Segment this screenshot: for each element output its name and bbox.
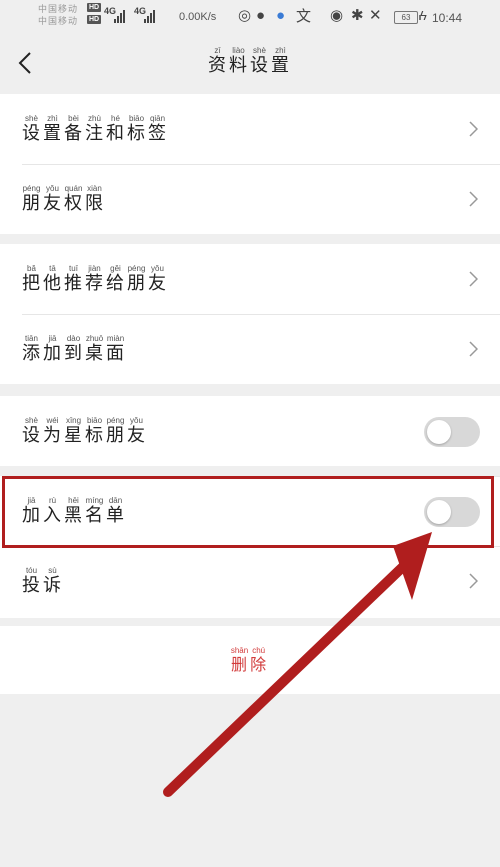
ruby-char: 设shè: [250, 46, 269, 76]
delete-label: 删shān除chú: [230, 646, 269, 674]
chevron-right-icon: [469, 271, 478, 287]
row-label: 添tiān加jiā到dào桌zhuō面miàn: [22, 334, 127, 364]
ruby-char: 权quán: [64, 184, 83, 214]
ruby-char: 加jiā: [22, 496, 41, 526]
clock: 10:44: [432, 11, 463, 25]
ruby-char: 到dào: [64, 334, 83, 364]
ruby-char: 朋péng: [127, 264, 146, 294]
row-label: 把bǎ他tā推tuī荐jiàn给gěi朋péng友yǒu: [22, 264, 169, 294]
bluetooth-icon: ✱: [351, 7, 364, 24]
ruby-char: 删shān: [230, 646, 249, 674]
ruby-char: 设shè: [22, 416, 41, 446]
ruby-char: 朋péng: [22, 184, 41, 214]
star-friend-toggle[interactable]: [424, 417, 480, 447]
ruby-char: 置zhì: [271, 46, 290, 76]
ruby-char: 他tā: [43, 264, 62, 294]
row-label: 朋péng友yǒu权quán限xiàn: [22, 184, 106, 214]
hd-badge: HD: [87, 15, 101, 24]
row-label: 加jiā入rù黑hēi名míng单dān: [22, 496, 127, 526]
ruby-char: 单dān: [106, 496, 125, 526]
row-star-friend: 设shè为wéi星xīng标biāo朋péng友yǒu: [0, 396, 500, 466]
eye-icon: ◉: [330, 7, 344, 24]
carrier-line: 中国移动: [38, 16, 79, 26]
ruby-char: 入rù: [43, 496, 62, 526]
page-title: 资zī料liào设shè置zhì: [0, 46, 500, 76]
ruby-char: 资zī: [208, 46, 227, 76]
settings-group: 设shè置zhì备bèi注zhù和hé标biāo签qiān 朋péng友yǒu权…: [0, 94, 500, 234]
ruby-char: 为wéi: [43, 416, 62, 446]
row-gap: [0, 466, 500, 476]
row-recommend-to-friend[interactable]: 把bǎ他tā推tuī荐jiàn给gěi朋péng友yǒu: [0, 244, 500, 314]
chevron-right-icon: [469, 121, 478, 137]
carrier-info: 中国移动 中国移动: [38, 3, 86, 27]
row-set-remark-tags[interactable]: 设shè置zhì备bèi注zhù和hé标biāo签qiān: [0, 94, 500, 164]
ruby-char: 诉sù: [43, 566, 62, 596]
ruby-char: 荐jiàn: [85, 264, 104, 294]
chevron-right-icon: [469, 341, 478, 357]
chevron-right-icon: [469, 573, 478, 589]
toggle-knob: [427, 500, 451, 524]
ruby-char: 黑hēi: [64, 496, 83, 526]
net-speed: 0.00K/s: [179, 11, 217, 23]
ruby-char: 友yǒu: [127, 416, 146, 446]
ruby-char: 桌zhuō: [85, 334, 104, 364]
ruby-char: 备bèi: [64, 114, 83, 144]
hd-badge: HD: [87, 3, 101, 12]
ruby-char: 置zhì: [43, 114, 62, 144]
ruby-char: 给gěi: [106, 264, 125, 294]
weibo-icon: ◎: [238, 7, 252, 24]
ruby-char: 标biāo: [85, 416, 104, 446]
ruby-char: 和hé: [106, 114, 125, 144]
settings-group: 设shè为wéi星xīng标biāo朋péng友yǒu 加jiā入rù黑hēi名…: [0, 396, 500, 618]
ruby-char: 添tiān: [22, 334, 41, 364]
ruby-char: 标biāo: [127, 114, 146, 144]
ruby-char: 友yǒu: [148, 264, 167, 294]
ruby-char: 面miàn: [106, 334, 125, 364]
row-label: 设shè置zhì备bèi注zhù和hé标biāo签qiān: [22, 114, 169, 144]
ruby-char: 注zhù: [85, 114, 104, 144]
charging-icon: ϟ: [420, 8, 427, 23]
signal-icon: [114, 9, 128, 23]
row-label: 设shè为wéi星xīng标biāo朋péng友yǒu: [22, 416, 148, 446]
translate-icon: 文: [296, 7, 312, 25]
ruby-char: 签qiān: [148, 114, 167, 144]
ruby-char: 除chú: [250, 646, 268, 674]
toggle-knob: [427, 420, 451, 444]
ruby-char: 加jiā: [43, 334, 62, 364]
ruby-char: 把bǎ: [22, 264, 41, 294]
ruby-char: 设shè: [22, 114, 41, 144]
row-add-to-blacklist: 加jiā入rù黑hēi名míng单dān: [0, 476, 500, 546]
mute-icon: ✕: [369, 7, 382, 24]
delete-button[interactable]: 删shān除chú: [0, 626, 500, 694]
ruby-char: 限xiàn: [85, 184, 104, 214]
header: 资zī料liào设shè置zhì: [0, 36, 500, 93]
signal-icon: [144, 9, 158, 23]
row-label: 投tóu诉sù: [22, 566, 64, 596]
qq-icon: ●: [256, 7, 266, 24]
ruby-char: 推tuī: [64, 264, 83, 294]
ruby-char: 投tóu: [22, 566, 41, 596]
blacklist-toggle[interactable]: [424, 497, 480, 527]
ruby-char: 名míng: [85, 496, 104, 526]
battery-icon: 63: [394, 11, 421, 24]
ruby-char: 朋péng: [106, 416, 125, 446]
ruby-char: 友yǒu: [43, 184, 62, 214]
row-complain[interactable]: 投tóu诉sù: [0, 546, 500, 618]
status-bar: 中国移动 中国移动 HD HD 4G 4G 0.00K/s ◎ ● ● 文 ◉ …: [0, 0, 500, 36]
browser-icon: ●: [276, 7, 286, 24]
settings-group: 把bǎ他tā推tuī荐jiàn给gěi朋péng友yǒu 添tiān加jiā到d…: [0, 244, 500, 384]
row-add-to-desktop[interactable]: 添tiān加jiā到dào桌zhuō面miàn: [0, 314, 500, 384]
ruby-char: 星xīng: [64, 416, 83, 446]
carrier-line: 中国移动: [38, 4, 79, 14]
row-friend-permissions[interactable]: 朋péng友yǒu权quán限xiàn: [0, 164, 500, 234]
chevron-right-icon: [469, 191, 478, 207]
ruby-char: 料liào: [229, 46, 248, 76]
